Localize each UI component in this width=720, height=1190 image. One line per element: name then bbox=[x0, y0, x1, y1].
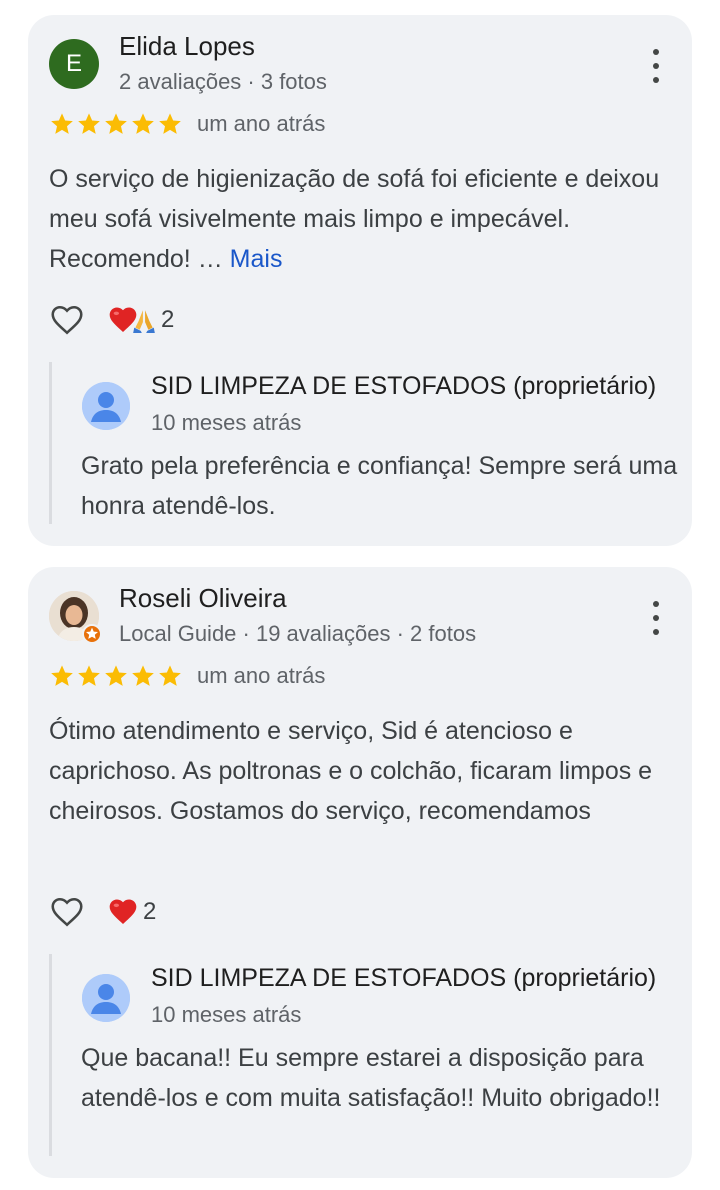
heart-outline-icon[interactable] bbox=[49, 302, 85, 338]
review-actions: 2 bbox=[49, 894, 156, 930]
review-body: O serviço de higienização de sofá foi ef… bbox=[49, 165, 660, 273]
review-text: Ótimo atendimento e serviço, Sid é atenc… bbox=[49, 717, 653, 825]
star-icon bbox=[130, 663, 156, 689]
owner-reply: SID LIMPEZA DE ESTOFADOS (proprietário) … bbox=[49, 362, 692, 524]
reviewer-meta: Local Guide · 19 avaliações · 2 fotos bbox=[119, 621, 477, 646]
star-icon bbox=[157, 663, 183, 689]
star-icon bbox=[130, 111, 156, 137]
review-text: O serviço de higienização de sofá foi ef… bbox=[49, 159, 669, 279]
review-time: um ano atrás bbox=[197, 111, 326, 136]
reviewer-name[interactable]: Elida Lopes bbox=[119, 31, 255, 62]
owner-avatar bbox=[82, 382, 130, 430]
reviewer-meta: 2 avaliações · 3 fotos bbox=[119, 69, 327, 94]
star-icon bbox=[157, 111, 183, 137]
reactions[interactable]: 2 bbox=[107, 304, 174, 336]
star-icon bbox=[103, 111, 129, 137]
reaction-count: 2 bbox=[161, 306, 175, 333]
star-icon bbox=[103, 663, 129, 689]
star-icon bbox=[49, 111, 75, 137]
review-card: E Elida Lopes 2 avaliações · 3 fotos um … bbox=[28, 15, 692, 546]
owner-name: SID LIMPEZA DE ESTOFADOS (proprietário) bbox=[151, 372, 657, 400]
owner-avatar bbox=[82, 974, 130, 1022]
star-rating: um ano atrás bbox=[49, 663, 325, 689]
reactions[interactable]: 2 bbox=[107, 896, 156, 928]
star-icon bbox=[49, 663, 75, 689]
local-guide-badge-icon bbox=[82, 624, 102, 644]
reply-time: 10 meses atrás bbox=[151, 410, 302, 435]
reviewer-name[interactable]: Roseli Oliveira bbox=[119, 583, 287, 614]
reply-text: Grato pela preferência e confiança! Semp… bbox=[81, 452, 678, 520]
star-icon bbox=[76, 111, 102, 137]
reply-text: Que bacana!! Eu sempre estarei a disposi… bbox=[81, 1044, 661, 1112]
owner-name: SID LIMPEZA DE ESTOFADOS (proprietário) bbox=[151, 964, 657, 992]
reaction-count: 2 bbox=[143, 898, 157, 925]
pray-emoji-icon bbox=[131, 304, 157, 336]
star-icon bbox=[76, 663, 102, 689]
review-time: um ano atrás bbox=[197, 663, 326, 688]
reviewer-avatar[interactable] bbox=[49, 591, 102, 644]
star-rating: um ano atrás bbox=[49, 111, 325, 137]
more-link[interactable]: Mais bbox=[230, 245, 283, 273]
review-card: Roseli Oliveira Local Guide · 19 avaliaç… bbox=[28, 567, 692, 1178]
heart-outline-icon[interactable] bbox=[49, 894, 85, 930]
reviewer-avatar[interactable]: E bbox=[49, 39, 99, 89]
owner-reply: SID LIMPEZA DE ESTOFADOS (proprietário) … bbox=[49, 954, 692, 1156]
more-vert-icon[interactable] bbox=[646, 49, 666, 83]
default-avatar-icon bbox=[82, 382, 130, 430]
more-vert-icon[interactable] bbox=[646, 601, 666, 635]
reply-time: 10 meses atrás bbox=[151, 1002, 302, 1027]
avatar-letter: E bbox=[65, 50, 82, 77]
default-avatar-icon bbox=[82, 974, 130, 1022]
review-actions: 2 bbox=[49, 302, 174, 338]
heart-emoji-icon bbox=[107, 896, 139, 928]
